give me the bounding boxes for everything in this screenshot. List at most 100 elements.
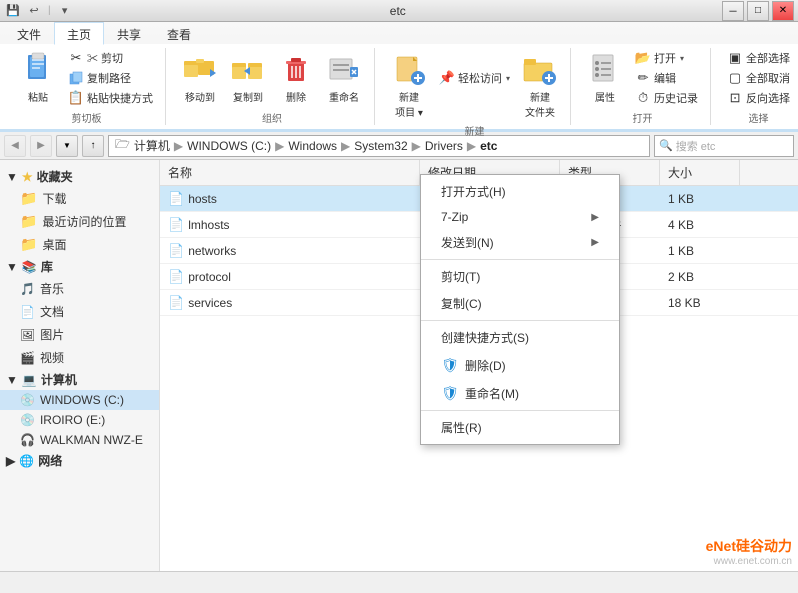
edit-icon: ✏ [635, 70, 651, 86]
videos-label: 视频 [40, 349, 64, 366]
quick-access-save[interactable]: 💾 [4, 3, 22, 19]
sidebar-section-network[interactable]: ▶ 🌐 网络 [0, 450, 159, 471]
paste-label: 粘贴 [28, 89, 48, 104]
path-c-drive[interactable]: WINDOWS (C:) [187, 139, 271, 153]
tab-share[interactable]: 共享 [104, 22, 154, 44]
docs-label: 文档 [40, 303, 64, 320]
quick-access-undo[interactable]: ↩ [25, 3, 43, 19]
sidebar-section-computer[interactable]: ▼ 💻 计算机 [0, 369, 159, 390]
delete-button[interactable]: 删除 [274, 48, 318, 106]
tab-view[interactable]: 查看 [154, 22, 204, 44]
sidebar-item-music[interactable]: 🎵 音乐 [0, 277, 159, 300]
recent-folder-icon: 📁 [20, 213, 37, 230]
open-buttons: 属性 📂 打开▾ ✏ 编辑 ⏱ 历史记录 [583, 48, 702, 108]
path-system32[interactable]: System32 [354, 139, 407, 153]
maximize-button[interactable]: □ [747, 1, 769, 21]
col-header-name[interactable]: 名称 [160, 160, 420, 185]
7zip-label: 7-Zip [441, 210, 468, 224]
clipboard-buttons: 粘贴 ✂ ✂ 剪切 复制路径 📋 [16, 48, 157, 108]
ctx-send-to[interactable]: 发送到(N) ▶ [421, 229, 619, 256]
rename-icon [325, 50, 363, 88]
ctx-create-shortcut[interactable]: 创建快捷方式(S) [421, 324, 619, 351]
easy-access-button[interactable]: 📌 轻松访问▾ [435, 68, 514, 88]
sidebar-item-pictures[interactable]: 🖼 图片 [0, 323, 159, 346]
sidebar-item-documents[interactable]: 📄 文档 [0, 300, 159, 323]
rename-button[interactable]: 重命名 [322, 48, 366, 106]
sidebar-item-walkman[interactable]: 🎧 WALKMAN NWZ-E [0, 430, 159, 450]
search-icon: 🔍 [659, 139, 673, 152]
up-button[interactable]: ↑ [82, 135, 104, 157]
path-windows[interactable]: Windows [288, 139, 337, 153]
ctx-rename[interactable]: 🛡 重命名(M) [421, 379, 619, 407]
ctx-7zip[interactable]: 7-Zip ▶ [421, 205, 619, 229]
tab-file[interactable]: 文件 [4, 22, 54, 44]
music-label: 音乐 [40, 280, 64, 297]
sidebar-item-videos[interactable]: 🎬 视频 [0, 346, 159, 369]
history-button[interactable]: ⏱ 历史记录 [631, 88, 702, 108]
col-header-size[interactable]: 大小 [660, 160, 740, 185]
tab-home[interactable]: 主页 [54, 22, 104, 45]
file-size-services: 18 KB [660, 294, 740, 312]
network-collapse-icon: ▶ [6, 454, 15, 468]
watermark: eNet硅谷动力 www.enet.com.cn [706, 536, 792, 567]
favorites-star-icon: ★ [22, 170, 33, 184]
copy-path-button[interactable]: 复制路径 [64, 68, 157, 88]
network-label: 网络 [38, 452, 62, 469]
select-buttons: ▣ 全部选择 ▢ 全部取消 ⊡ 反向选择 [723, 48, 794, 108]
new-item-button[interactable]: 新建项目 ▾ [387, 48, 431, 121]
c-drive-label: WINDOWS (C:) [40, 393, 124, 407]
search-placeholder[interactable]: 搜索 etc [676, 138, 716, 154]
forward-button[interactable]: ▶ [30, 135, 52, 157]
edit-label: 编辑 [654, 70, 676, 86]
history-icon: ⏱ [635, 90, 651, 106]
minimize-button[interactable]: － [722, 1, 744, 21]
sidebar-section-library[interactable]: ▼ 📚 库 [0, 256, 159, 277]
sidebar-item-downloads[interactable]: 📁 下载 [0, 187, 159, 210]
file-name-lmhosts: 📄lmhosts [160, 215, 420, 235]
walkman-label: WALKMAN NWZ-E [40, 433, 143, 447]
select-none-button[interactable]: ▢ 全部取消 [723, 68, 794, 88]
paste-shortcut-button[interactable]: 📋 粘贴快捷方式 [64, 88, 157, 108]
rename-label: 重命名 [329, 89, 359, 104]
copy-to-button[interactable]: 复制到 [226, 48, 270, 106]
sidebar-item-recent[interactable]: 📁 最近访问的位置 [0, 210, 159, 233]
ctx-rename-label: 重命名(M) [465, 385, 519, 402]
recent-button[interactable]: ▼ [56, 135, 78, 157]
open-button[interactable]: 📂 打开▾ [631, 48, 702, 68]
sidebar-item-c-drive[interactable]: 💿 WINDOWS (C:) [0, 390, 159, 410]
file-name-hosts: 📄hosts [160, 189, 420, 209]
invert-select-button[interactable]: ⊡ 反向选择 [723, 88, 794, 108]
edit-button[interactable]: ✏ 编辑 [631, 68, 702, 88]
ctx-properties[interactable]: 属性(R) [421, 414, 619, 441]
new-folder-button[interactable]: 新建文件夹 [518, 48, 562, 121]
properties-button[interactable]: 属性 [583, 48, 627, 106]
path-etc[interactable]: etc [480, 139, 497, 153]
downloads-folder-icon: 📁 [20, 190, 37, 207]
invert-label: 反向选择 [746, 90, 790, 106]
e-drive-icon: 💿 [20, 413, 35, 427]
select-group-label: 选择 [723, 108, 794, 125]
sidebar-item-e-drive[interactable]: 💿 IROIRO (E:) [0, 410, 159, 430]
select-all-button[interactable]: ▣ 全部选择 [723, 48, 794, 68]
paste-button[interactable]: 粘贴 [16, 48, 60, 106]
ctx-copy[interactable]: 复制(C) [421, 290, 619, 317]
address-path[interactable]: 🗁 计算机 ▶ WINDOWS (C:) ▶ Windows ▶ System3… [108, 135, 650, 157]
path-computer[interactable]: 计算机 [134, 137, 170, 154]
sidebar-section-favorites[interactable]: ▼ ★ 收藏夹 [0, 166, 159, 187]
paste-icon [19, 50, 57, 88]
c-drive-icon: 💿 [20, 393, 35, 407]
close-button[interactable]: ✕ [772, 1, 794, 21]
quick-access-customize[interactable]: ▾ [56, 3, 74, 19]
ribbon-tabs: 文件 主页 共享 查看 [0, 22, 798, 44]
move-to-button[interactable]: 移动到 [178, 48, 222, 106]
e-drive-label: IROIRO (E:) [40, 413, 105, 427]
ctx-open-with[interactable]: 打开方式(H) [421, 178, 619, 205]
computer-icon: 💻 [22, 373, 37, 387]
ctx-cut[interactable]: 剪切(T) [421, 263, 619, 290]
sidebar-item-desktop[interactable]: 📁 桌面 [0, 233, 159, 256]
ctx-delete[interactable]: 🛡 删除(D) [421, 351, 619, 379]
path-drivers[interactable]: Drivers [425, 139, 463, 153]
cut-button[interactable]: ✂ ✂ 剪切 [64, 48, 157, 68]
back-button[interactable]: ◀ [4, 135, 26, 157]
file-name-protocol: 📄protocol [160, 267, 420, 287]
